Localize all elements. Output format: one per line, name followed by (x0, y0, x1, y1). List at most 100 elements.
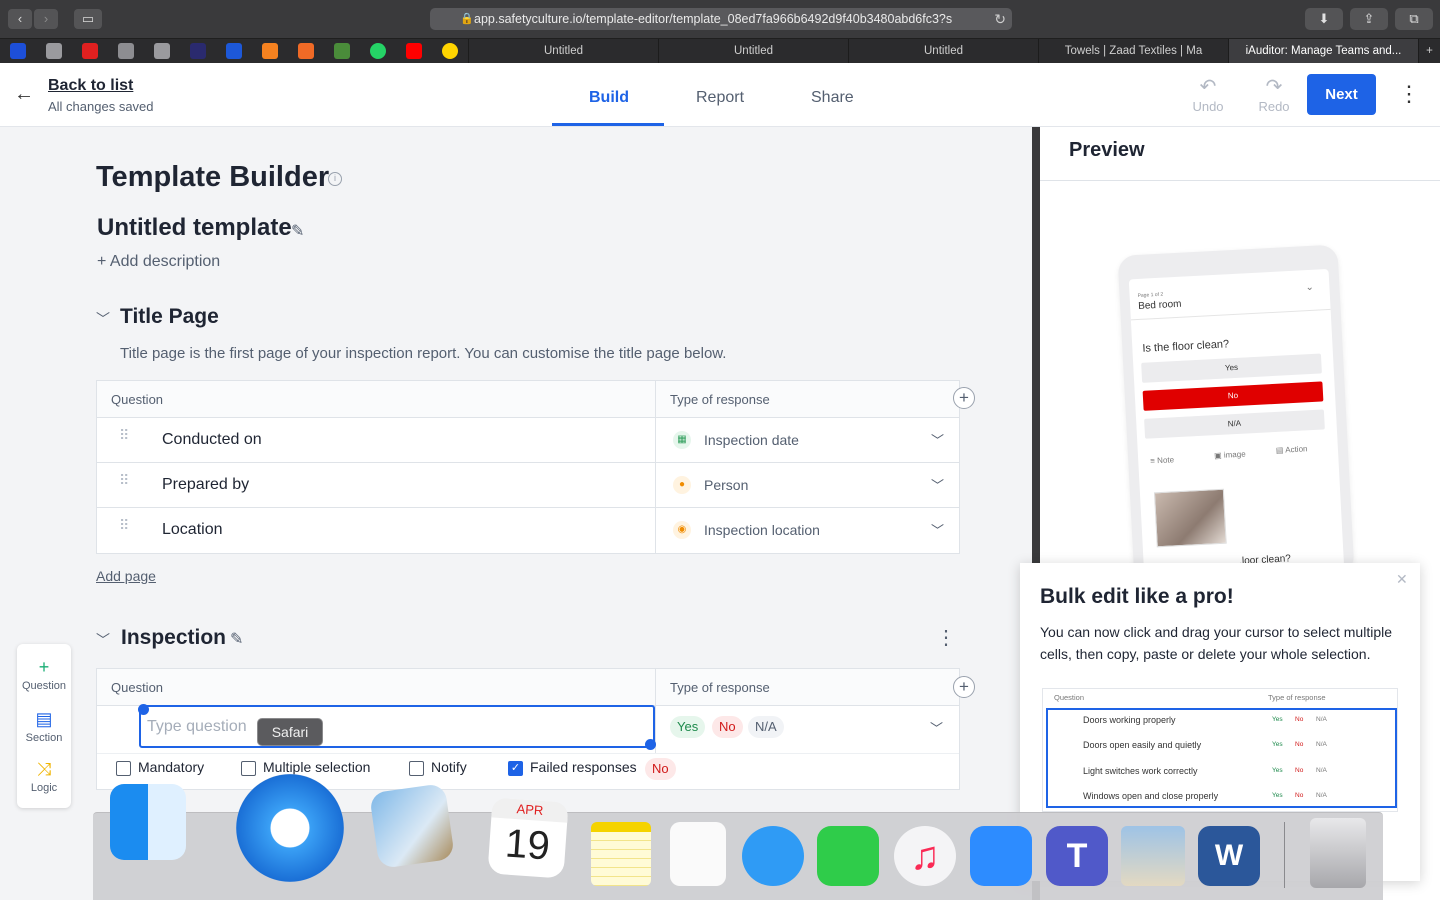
favorite-o2-icon[interactable] (154, 43, 170, 59)
redo-button[interactable]: ↷ Redo (1252, 77, 1296, 114)
collapse-title-page-icon[interactable]: ﹀ (96, 309, 110, 329)
browser-tab[interactable]: Untitled (468, 39, 658, 64)
undo-button[interactable]: ↶ Undo (1186, 77, 1230, 114)
question-text-field[interactable] (141, 707, 653, 746)
drag-handle-icon[interactable]: ⠿ (119, 473, 131, 487)
notify-label[interactable]: Notify (431, 759, 467, 775)
notify-checkbox[interactable] (409, 761, 424, 776)
word-icon[interactable]: W (1198, 826, 1260, 886)
chevron-down-icon[interactable]: ﹀ (930, 718, 943, 737)
back-to-list-link[interactable]: Back to list (48, 77, 133, 95)
sidebar-toggle-icon[interactable]: ▭ (74, 9, 102, 29)
reload-icon[interactable]: ↻ (994, 8, 1006, 30)
favorite-opera-icon[interactable] (82, 43, 98, 59)
add-question-tool[interactable]: + Question (17, 656, 71, 692)
chevron-down-icon[interactable]: ﹀ (931, 475, 944, 494)
add-question-plus-icon[interactable]: + (953, 676, 975, 698)
mandatory-label[interactable]: Mandatory (138, 759, 204, 775)
music-icon[interactable]: ♫ (894, 826, 956, 886)
template-name[interactable]: Untitled template (97, 214, 292, 242)
youtube-icon[interactable] (406, 43, 422, 59)
response-type[interactable]: Person (704, 477, 748, 493)
zoom-icon[interactable] (970, 826, 1032, 886)
question-text[interactable]: Conducted on (162, 431, 262, 449)
response-chip-yes[interactable]: Yes (670, 716, 706, 738)
multiple-selection-checkbox[interactable] (241, 761, 256, 776)
facetime-icon[interactable] (817, 826, 879, 886)
add-logic-tool[interactable]: ⤨ Logic (17, 758, 71, 794)
back-arrow-icon[interactable]: ← (14, 83, 34, 106)
add-description-link[interactable]: + Add description (97, 253, 220, 271)
question-text[interactable]: Location (162, 521, 223, 539)
share-icon[interactable]: ⇪ (1350, 8, 1388, 30)
multiple-selection-label[interactable]: Multiple selection (263, 759, 370, 775)
info-icon[interactable]: i (328, 172, 342, 186)
back-nav-icon[interactable]: ‹ (8, 9, 32, 29)
downloads-icon[interactable]: ⬇ (1305, 8, 1343, 30)
browser-tab[interactable]: Untitled (848, 39, 1038, 64)
tab-report[interactable]: Report (696, 89, 744, 107)
favorite-yellow-icon[interactable] (442, 43, 458, 59)
table-row[interactable]: ⠿ Conducted on ▦ Inspection date ﹀ (97, 418, 959, 463)
table-header: Question Type of response (97, 381, 959, 418)
browser-tab-active[interactable]: iAuditor: Manage Teams and... (1228, 39, 1418, 64)
forward-nav-icon[interactable]: › (34, 9, 58, 29)
chevron-down-icon[interactable]: ﹀ (931, 430, 944, 449)
more-options-icon[interactable]: ⋮ (1398, 83, 1420, 105)
messages-icon[interactable] (742, 826, 804, 886)
failed-responses-label[interactable]: Failed responses (530, 759, 637, 775)
whatsapp-icon[interactable] (370, 43, 386, 59)
table-row[interactable]: ⠿ Location ◉ Inspection location ﹀ (97, 508, 959, 553)
mandatory-checkbox[interactable] (116, 761, 131, 776)
table-row[interactable]: ⠿ Prepared by ● Person ﹀ (97, 463, 959, 508)
reminders-icon[interactable] (670, 822, 726, 886)
new-tab-icon[interactable]: + (1418, 39, 1440, 64)
failed-responses-checkbox[interactable]: ✓ (508, 761, 523, 776)
section-options-icon[interactable]: ⋮ (936, 628, 956, 648)
collapse-inspection-icon[interactable]: ﹀ (96, 630, 110, 650)
preview-app-icon[interactable] (1121, 826, 1185, 886)
address-bar[interactable]: 🔒 app.safetyculture.io/template-editor/t… (430, 8, 1012, 30)
teams-icon[interactable]: T (1046, 826, 1108, 886)
safari-icon[interactable] (236, 774, 344, 882)
drag-handle-icon[interactable]: ⠿ (119, 428, 131, 442)
favorite-fox-icon[interactable] (298, 43, 314, 59)
next-button[interactable]: Next (1307, 74, 1376, 115)
notes-icon[interactable] (591, 822, 651, 886)
tab-overview-icon[interactable]: ⧉ (1395, 8, 1433, 30)
response-chip-na[interactable]: N/A (748, 716, 784, 738)
add-section-tool[interactable]: ▤ Section (17, 708, 71, 744)
add-question-plus-icon[interactable]: + (953, 387, 975, 409)
favorite-o-icon[interactable] (46, 43, 62, 59)
favorite-orange-icon[interactable] (262, 43, 278, 59)
question-input[interactable] (139, 705, 655, 748)
trash-icon[interactable] (1310, 818, 1366, 888)
chevron-down-icon[interactable]: ﹀ (931, 520, 944, 539)
edit-template-name-icon[interactable]: ✎ (291, 221, 304, 241)
mail-stamp-icon[interactable] (369, 783, 455, 869)
close-icon[interactable]: ✕ (1396, 571, 1408, 588)
selection-handle[interactable] (138, 704, 149, 715)
browser-tab[interactable]: Untitled (658, 39, 848, 64)
favorite-arrow-icon[interactable] (226, 43, 242, 59)
response-chip-no[interactable]: No (712, 716, 743, 738)
browser-tab[interactable]: Towels | Zaad Textiles | Ma (1038, 39, 1228, 64)
failed-response-chip[interactable]: No (645, 758, 676, 780)
phone-action-label: image (1223, 449, 1246, 460)
favorite-sheet-icon[interactable] (334, 43, 350, 59)
edit-section-name-icon[interactable]: ✎ (230, 629, 243, 649)
favorite-l-icon[interactable] (118, 43, 134, 59)
tab-share[interactable]: Share (811, 89, 854, 107)
question-text[interactable]: Prepared by (162, 476, 249, 494)
drag-handle-icon[interactable]: ⠿ (119, 518, 131, 532)
favorite-cloud-icon[interactable] (10, 43, 26, 59)
selection-handle[interactable] (645, 739, 656, 750)
add-page-link[interactable]: Add page (96, 568, 156, 584)
response-type[interactable]: Inspection location (704, 522, 820, 538)
calendar-icon[interactable]: APR 19 (487, 797, 569, 879)
favorite-dots-icon[interactable] (190, 43, 206, 59)
tab-build[interactable]: Build (589, 89, 629, 107)
finder-icon[interactable] (110, 784, 186, 860)
inspection-heading[interactable]: Inspection (121, 626, 226, 650)
response-type[interactable]: Inspection date (704, 432, 799, 448)
